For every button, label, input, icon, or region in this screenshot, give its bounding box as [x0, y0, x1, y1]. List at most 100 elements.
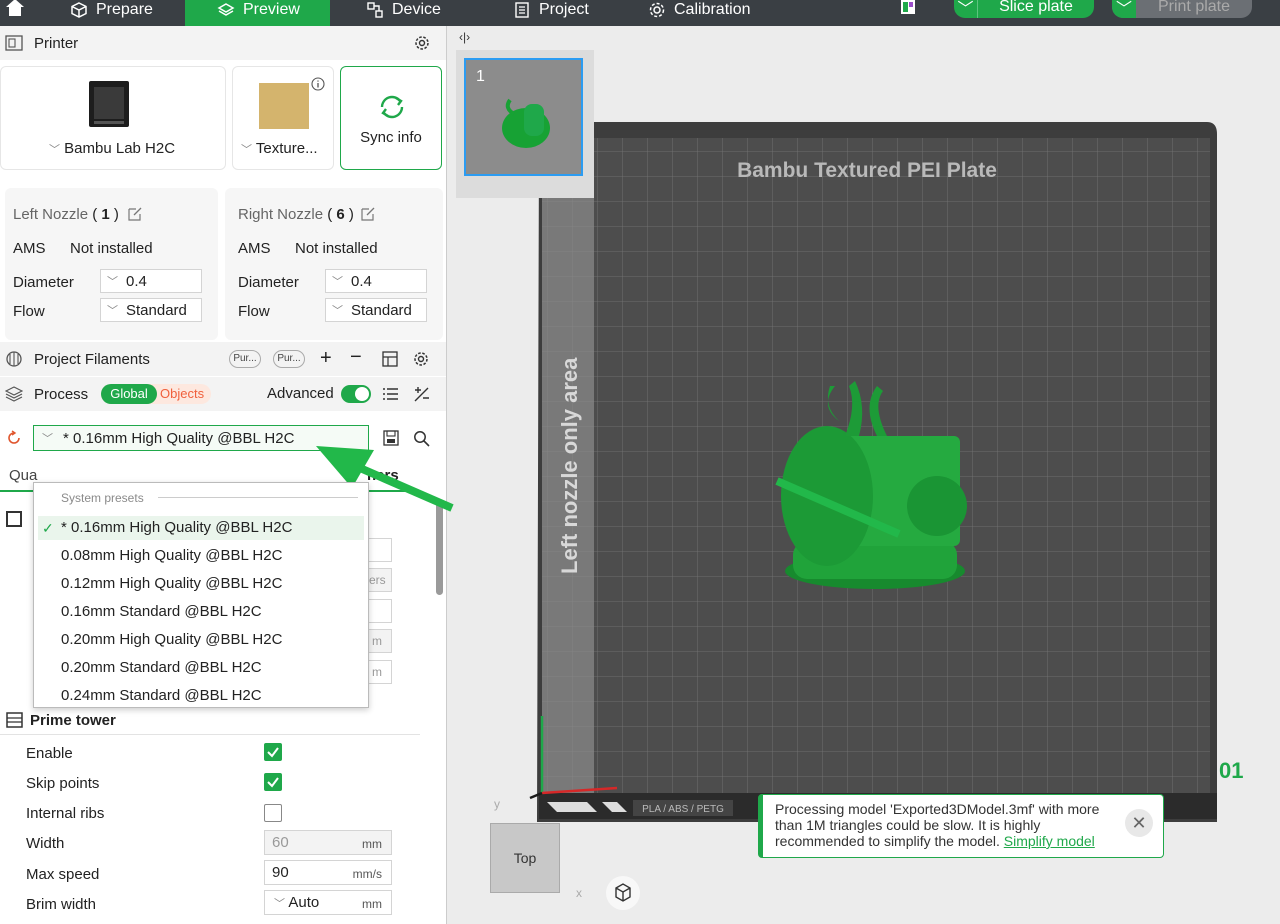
printer-card[interactable]: ﹀ Bambu Lab H2C [0, 66, 226, 170]
plate-sticker-label: PLA / ABS / PETG [642, 804, 724, 815]
chevron-down-icon[interactable]: ﹀ [49, 144, 60, 156]
advanced-toggle[interactable] [341, 385, 371, 403]
preset-option-label: 0.08mm High Quality @BBL H2C [61, 547, 283, 564]
max-speed-input[interactable]: 90 mm/s [264, 860, 392, 885]
right-diameter-select[interactable]: ﹀ 0.4 [325, 269, 427, 293]
filament-chip[interactable]: Pur... [273, 350, 305, 368]
filament-chip[interactable]: Pur... [229, 350, 261, 368]
left-diameter-select[interactable]: ﹀ 0.4 [100, 269, 202, 293]
preset-option-label: 0.20mm Standard @BBL H2C [61, 659, 262, 676]
add-filament-icon[interactable]: + [320, 347, 332, 370]
right-flow-label: Flow [238, 303, 270, 320]
close-icon[interactable]: ✕ [1125, 809, 1153, 837]
filaments-title: Project Filaments [34, 350, 150, 368]
preset-option-label: 0.24mm Standard @BBL H2C [61, 687, 262, 704]
global-tab[interactable]: Global [101, 384, 157, 404]
hidden-field[interactable]: m [368, 660, 392, 684]
left-diameter-label: Diameter [13, 274, 74, 291]
objects-tab[interactable]: Objects [160, 386, 204, 401]
preset-option[interactable]: 0.20mm Standard @BBL H2C [38, 656, 364, 680]
plate-title: Bambu Textured PEI Plate [737, 159, 997, 182]
tab-device[interactable]: Device [366, 0, 441, 26]
hidden-field[interactable]: ers [368, 568, 392, 592]
compare-icon[interactable] [413, 386, 430, 403]
skip-points-checkbox[interactable] [264, 773, 282, 791]
preset-option[interactable]: 0.16mm Standard @BBL H2C [38, 600, 364, 624]
gear-icon [649, 2, 665, 18]
left-ams-label: AMS [13, 240, 46, 257]
simplify-model-link[interactable]: Simplify model [1004, 833, 1095, 849]
edit-icon[interactable] [360, 206, 376, 222]
sync-info-button[interactable]: Sync info [340, 66, 442, 170]
advanced-label: Advanced [267, 385, 334, 402]
plate-card[interactable]: ﹀ Texture... [232, 66, 334, 170]
chevron-down-icon[interactable]: ﹀ [954, 0, 978, 18]
right-diameter-value: 0.4 [351, 272, 372, 290]
project-icon [515, 2, 529, 18]
printer-title: Printer [34, 34, 79, 52]
plate-thumbnail[interactable]: 1 [464, 58, 583, 176]
chevron-down-icon[interactable]: ﹀ [1112, 0, 1136, 18]
hidden-field[interactable] [368, 599, 392, 623]
brim-width-select[interactable]: ﹀ Auto mm [264, 890, 392, 915]
hidden-field-unit: m [372, 665, 382, 679]
tab-preview[interactable]: Preview [185, 0, 330, 26]
info-icon[interactable] [311, 77, 325, 91]
layout-icon[interactable] [900, 0, 916, 16]
width-input[interactable]: 60 mm [264, 830, 392, 855]
left-nozzle-title-row: Left Nozzle ( 1 ) [13, 206, 119, 223]
preset-option[interactable]: 0.24mm Standard @BBL H2C [38, 684, 364, 708]
home-icon[interactable] [4, 0, 26, 18]
reset-icon[interactable] [6, 430, 22, 446]
prime-tower-icon [6, 712, 23, 728]
preset-option[interactable]: ✓ * 0.16mm High Quality @BBL H2C [38, 516, 364, 540]
brim-width-label: Brim width [26, 896, 97, 913]
check-icon: ✓ [42, 520, 54, 536]
enable-label: Enable [26, 745, 73, 762]
tab-project[interactable]: Project [513, 0, 589, 26]
list-icon[interactable] [382, 386, 399, 402]
plate-thumbnail-number: 1 [476, 68, 485, 85]
notification-toast: Processing model 'Exported3DModel.3mf' w… [758, 794, 1164, 858]
tab-calibration[interactable]: Calibration [648, 0, 750, 26]
width-value: 60 [272, 834, 289, 851]
hidden-field[interactable]: m [368, 629, 392, 653]
remove-filament-icon[interactable]: − [350, 346, 362, 369]
enable-checkbox[interactable] [264, 743, 282, 761]
chevron-down-icon[interactable]: ﹀ [241, 144, 252, 156]
process-layers-icon [5, 386, 23, 402]
view-cube-top[interactable]: Top [490, 823, 560, 893]
left-flow-select[interactable]: ﹀ Standard [100, 298, 202, 322]
print-plate-button[interactable]: ﹀ Print plate [1112, 0, 1252, 18]
chevron-down-icon: ﹀ [107, 305, 118, 317]
filament-settings-icon[interactable] [381, 350, 399, 368]
gear-icon[interactable] [413, 351, 429, 367]
left-nozzle-area-label: Left nozzle only area [557, 357, 582, 574]
printer-icon [5, 35, 23, 51]
chevron-down-icon: ﹀ [332, 276, 343, 288]
preset-option[interactable]: 0.08mm High Quality @BBL H2C [38, 544, 364, 568]
preset-dropdown: System presets ✓ * 0.16mm High Quality @B… [33, 482, 369, 708]
internal-ribs-checkbox[interactable] [264, 804, 282, 822]
process-title: Process [34, 385, 89, 403]
left-flow-value: Standard [126, 301, 187, 319]
preset-option[interactable]: 0.12mm High Quality @BBL H2C [38, 572, 364, 596]
hidden-field-unit: ers [369, 573, 386, 587]
tab-prepare[interactable]: Prepare [70, 0, 153, 26]
dropdown-group-header: System presets [61, 491, 144, 505]
preset-option[interactable]: 0.20mm High Quality @BBL H2C [38, 628, 364, 652]
slice-plate-button[interactable]: ﹀ Slice plate [954, 0, 1094, 18]
divider [0, 734, 420, 735]
max-speed-value: 90 [272, 864, 289, 881]
filaments-section-header: Project Filaments Pur... Pur... + − [0, 342, 446, 376]
device-icon [367, 2, 383, 18]
brim-width-unit: mm [362, 897, 382, 911]
right-nozzle-title-row: Right Nozzle ( 6 ) [238, 206, 354, 223]
edit-icon[interactable] [127, 206, 143, 222]
collapse-sidebar-icon[interactable]: ‹|› [459, 30, 470, 44]
check-icon [267, 777, 279, 788]
right-flow-select[interactable]: ﹀ Standard [325, 298, 427, 322]
print-plate-label: Print plate [1157, 0, 1231, 15]
view-y-label: y [494, 797, 500, 811]
gear-icon[interactable] [414, 35, 430, 51]
